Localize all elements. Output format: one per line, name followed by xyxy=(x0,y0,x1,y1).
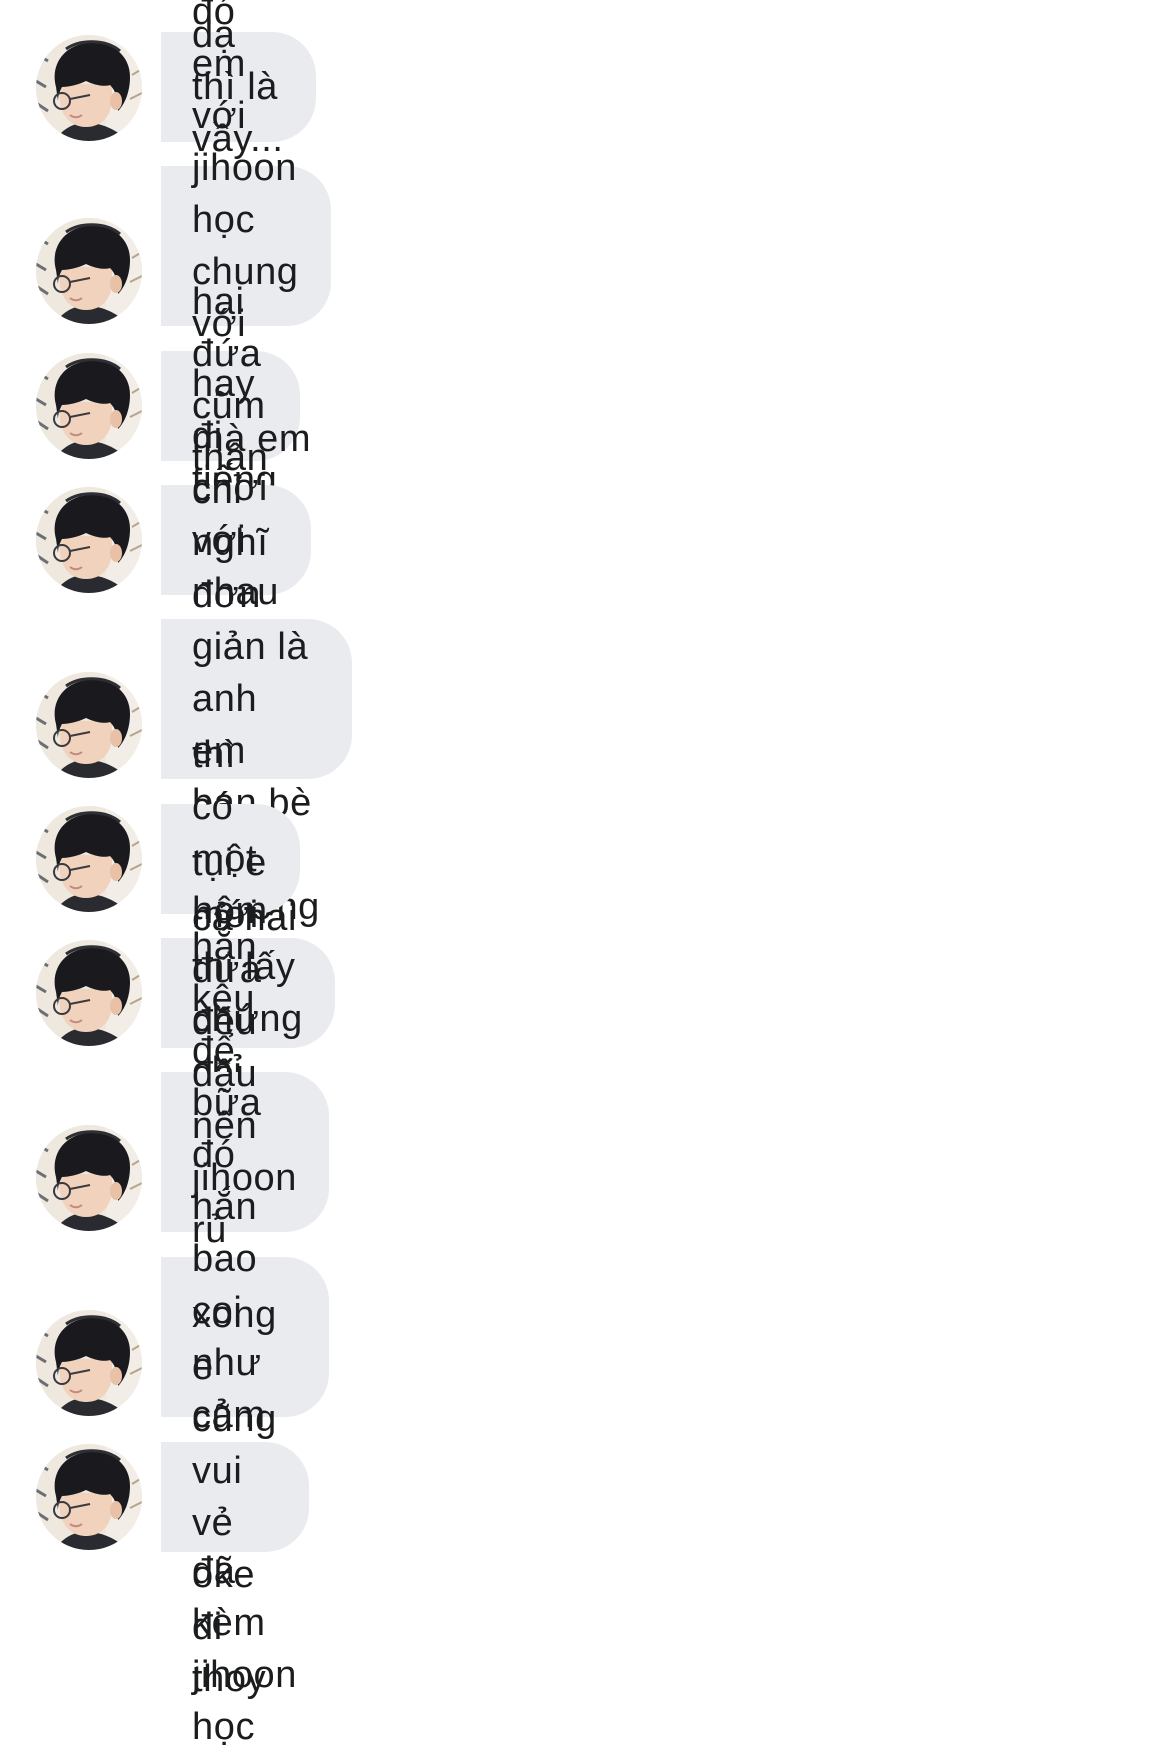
sender-avatar-icon[interactable] xyxy=(36,218,142,324)
sender-avatar-icon[interactable] xyxy=(36,487,142,593)
sender-avatar-icon[interactable] xyxy=(36,353,142,459)
message-bubble[interactable]: xong e cũng vui vẻ oke đi thoy xyxy=(161,1294,309,1700)
sender-avatar-icon[interactable] xyxy=(36,35,142,141)
sender-avatar-icon[interactable] xyxy=(36,940,142,1046)
sender-avatar-icon[interactable] xyxy=(36,806,142,912)
message-text: xong e cũng vui vẻ oke đi thoy xyxy=(192,1294,277,1700)
sender-avatar-icon[interactable] xyxy=(36,1125,142,1231)
sender-avatar-icon[interactable] xyxy=(36,1444,142,1550)
sender-avatar-icon[interactable] xyxy=(36,1310,142,1416)
sender-avatar-icon[interactable] xyxy=(36,672,142,778)
message-thread: dạ thì là vầy... hồi đó em với jihoon họ… xyxy=(0,0,1170,1748)
